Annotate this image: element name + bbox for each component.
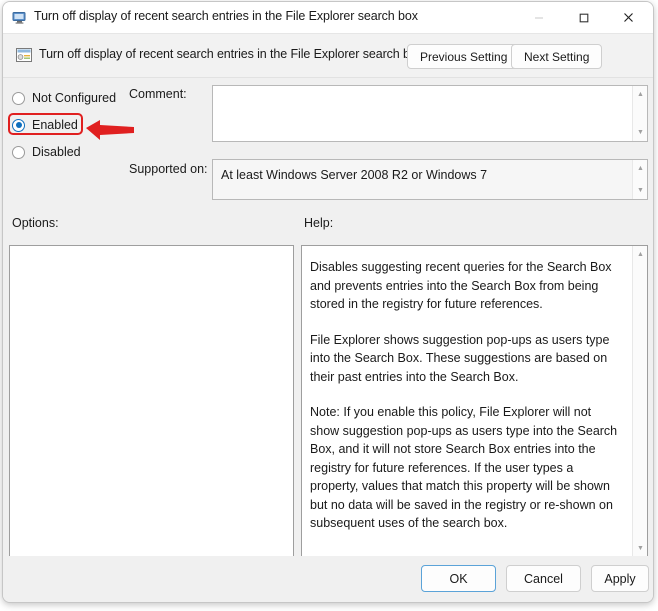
- policy-setting-dialog: Turn off display of recent search entrie…: [2, 1, 654, 603]
- radio-not-configured-mark[interactable]: [12, 91, 25, 105]
- setting-header: Turn off display of recent search entrie…: [3, 34, 653, 78]
- radio-disabled-mark[interactable]: [12, 145, 25, 159]
- options-panel[interactable]: [9, 245, 294, 558]
- help-paragraph: Note: If you enable this policy, File Ex…: [310, 405, 618, 530]
- scroll-up-icon[interactable]: ▲: [633, 162, 648, 175]
- options-label: Options:: [12, 216, 59, 230]
- ok-button[interactable]: OK: [421, 565, 496, 592]
- help-scrollbar[interactable]: ▲ ▼: [632, 246, 647, 557]
- next-setting-button[interactable]: Next Setting: [511, 44, 603, 69]
- scroll-up-icon[interactable]: ▲: [633, 88, 648, 101]
- scroll-down-icon[interactable]: ▼: [633, 542, 647, 555]
- radio-disabled[interactable]: Disabled: [12, 143, 81, 161]
- help-paragraph: File Explorer shows suggestion pop-ups a…: [310, 332, 610, 384]
- comment-scrollbar[interactable]: ▲ ▼: [632, 86, 647, 141]
- comment-label: Comment:: [129, 87, 187, 101]
- minimize-button[interactable]: [516, 2, 561, 33]
- radio-not-configured[interactable]: Not Configured: [12, 89, 116, 107]
- help-panel: Disables suggesting recent queries for t…: [301, 245, 648, 558]
- supported-on-scrollbar[interactable]: ▲ ▼: [632, 160, 647, 199]
- window-title: Turn off display of recent search entrie…: [34, 9, 418, 23]
- setting-state-section: Not Configured Enabled Disabled Comment:…: [3, 78, 653, 205]
- policy-setting-icon: [15, 46, 33, 64]
- radio-enabled-mark[interactable]: [12, 118, 25, 132]
- title-bar: Turn off display of recent search entrie…: [3, 2, 653, 34]
- radio-disabled-label: Disabled: [32, 145, 81, 159]
- radio-not-configured-label: Not Configured: [32, 91, 117, 105]
- radio-enabled[interactable]: Enabled: [12, 116, 78, 134]
- previous-setting-button[interactable]: Previous Setting: [407, 44, 521, 69]
- supported-on-field: At least Windows Server 2008 R2 or Windo…: [212, 159, 648, 200]
- supported-on-value: At least Windows Server 2008 R2 or Windo…: [221, 168, 488, 182]
- help-label: Help:: [304, 216, 334, 230]
- maximize-button[interactable]: [561, 2, 606, 33]
- cancel-button[interactable]: Cancel: [506, 565, 581, 592]
- scroll-down-icon[interactable]: ▼: [633, 184, 648, 197]
- comment-input[interactable]: ▲ ▼: [212, 85, 648, 142]
- maximize-icon: [579, 13, 588, 22]
- close-icon: [624, 13, 633, 22]
- computer-monitor-icon: [12, 10, 28, 26]
- scroll-up-icon[interactable]: ▲: [633, 248, 647, 261]
- radio-enabled-label: Enabled: [32, 118, 78, 132]
- policy-title: Turn off display of recent search entrie…: [39, 47, 423, 61]
- apply-button[interactable]: Apply: [591, 565, 649, 592]
- supported-on-label: Supported on:: [129, 162, 208, 176]
- help-paragraph: Disables suggesting recent queries for t…: [310, 260, 612, 311]
- dialog-footer: OK Cancel Apply: [3, 556, 653, 602]
- minimize-icon: [534, 16, 543, 19]
- help-text: Disables suggesting recent queries for t…: [310, 258, 622, 533]
- close-button[interactable]: [606, 2, 651, 33]
- scroll-down-icon[interactable]: ▼: [633, 126, 648, 139]
